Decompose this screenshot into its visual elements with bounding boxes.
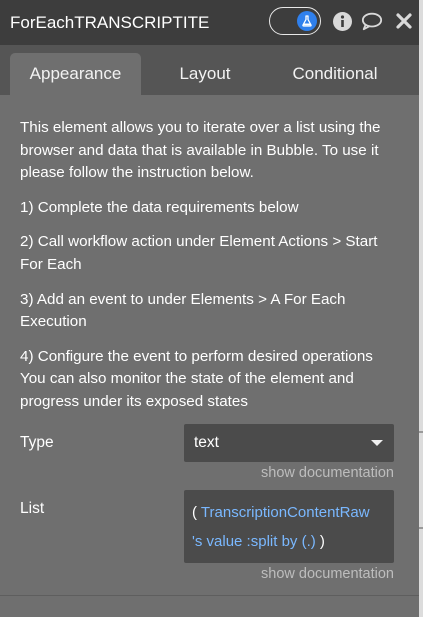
list-show-documentation-link[interactable]: show documentation [261, 566, 394, 582]
tab-conditional[interactable]: Conditional [270, 53, 400, 95]
tab-layout[interactable]: Layout [155, 53, 255, 95]
expression-line-1: ( TranscriptionContentRaw [192, 498, 394, 527]
panel-edge [419, 0, 423, 617]
description-intro: This element allows you to iterate over … [20, 119, 381, 182]
type-show-documentation-link[interactable]: show documentation [261, 465, 394, 481]
tab-appearance[interactable]: Appearance [10, 53, 141, 95]
expression-open-paren: ( [192, 504, 197, 521]
feature-toggle[interactable] [269, 7, 321, 35]
flask-icon [297, 11, 317, 31]
type-dropdown[interactable]: text [184, 424, 394, 462]
element-description: This element allows you to iterate over … [20, 117, 400, 426]
section-divider [0, 595, 419, 596]
instruction-step-2: 2) Call workflow action under Element Ac… [20, 233, 378, 273]
comment-icon[interactable] [361, 10, 383, 32]
type-selected-value: text [194, 434, 219, 451]
info-icon[interactable] [331, 10, 353, 32]
tab-bar: Appearance Layout Conditional [0, 45, 419, 95]
caret-down-icon [371, 440, 383, 446]
list-expression-field[interactable]: ( TranscriptionContentRaw 's value :spli… [184, 490, 394, 563]
edge-mark [419, 527, 423, 529]
instruction-step-4: 4) Configure the event to perform desire… [20, 347, 373, 410]
expression-close-paren: ) [319, 533, 325, 550]
element-name-field[interactable]: ForEachTRANSCRIPTITEM [0, 0, 210, 45]
type-label: Type [20, 434, 54, 451]
edge-mark [419, 431, 423, 433]
expression-line-2: 's value :split by (.) ) [192, 527, 394, 556]
instruction-step-3: 3) Add an event to under Elements > A Fo… [20, 290, 346, 331]
element-name: ForEachTRANSCRIPTITEM [10, 12, 210, 32]
close-icon[interactable] [393, 10, 415, 32]
expression-operator[interactable]: 's value :split by (.) [192, 533, 316, 550]
list-label: List [20, 500, 45, 517]
property-editor-panel: ForEachTRANSCRIPTITEM Appearance Layout … [0, 0, 419, 617]
panel-header: ForEachTRANSCRIPTITEM [0, 0, 419, 45]
expression-data-source[interactable]: TranscriptionContentRaw [201, 504, 370, 521]
instruction-step-1: 1) Complete the data requirements below [20, 198, 299, 216]
